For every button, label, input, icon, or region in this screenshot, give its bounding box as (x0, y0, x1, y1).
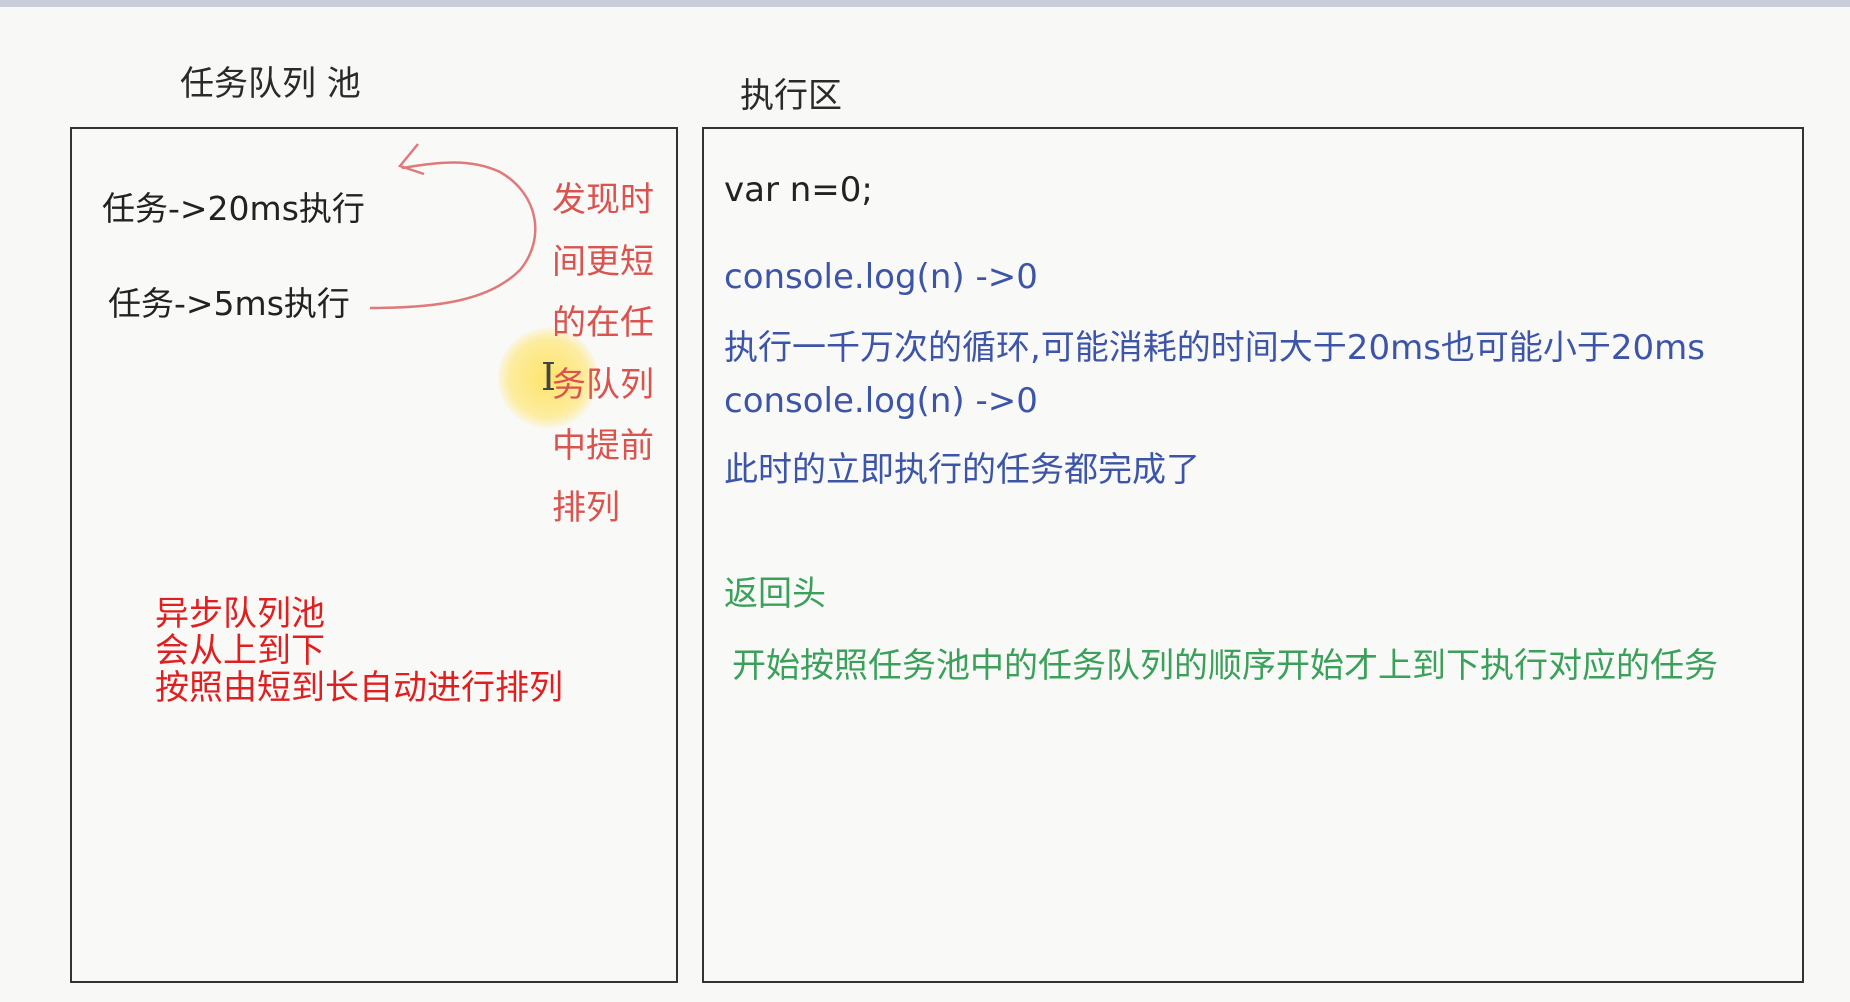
run-queue-note: 开始按照任务池中的任务队列的顺序开始才上到下执行对应的任务 (732, 646, 1718, 686)
console-log-second: console.log(n) ->0 (724, 381, 1038, 421)
reorder-line: 务队列 (552, 364, 654, 405)
async-queue-note: 异步队列池 会从上到下 按照由短到长自动进行排列 (155, 596, 563, 707)
async-note-line: 按照由短到长自动进行排列 (155, 668, 563, 708)
reorder-line: 的在任 (552, 303, 654, 343)
text-cursor-icon: I (541, 355, 557, 399)
loop-note: 执行一千万次的循环,可能消耗的时间大于20ms也可能小于20ms (724, 328, 1706, 368)
async-note-line: 会从上到下 (155, 631, 325, 671)
async-note-line: 异步队列池 (155, 594, 325, 634)
execution-area-heading: 执行区 (740, 76, 842, 116)
execution-area-panel (702, 127, 1804, 983)
console-log-first: console.log(n) ->0 (724, 257, 1038, 297)
task-20ms: 任务->20ms执行 (102, 189, 365, 228)
var-declaration: var n=0; (724, 170, 873, 210)
task-pool-heading: 任务队列 池 (180, 64, 361, 104)
reorder-line: 发现时 (552, 180, 654, 220)
reorder-line: 间更短 (552, 241, 654, 282)
sync-done-note: 此时的立即执行的任务都完成了 (724, 450, 1200, 490)
task-5ms: 任务->5ms执行 (108, 284, 350, 323)
top-strip (0, 0, 1850, 7)
reorder-line: 中提前 (552, 426, 654, 466)
reorder-annotation: 发现时 间更短 的在任 务队列 中提前 排列 (552, 170, 664, 539)
reorder-line: 排列 (552, 487, 620, 528)
go-back-note: 返回头 (724, 574, 826, 614)
